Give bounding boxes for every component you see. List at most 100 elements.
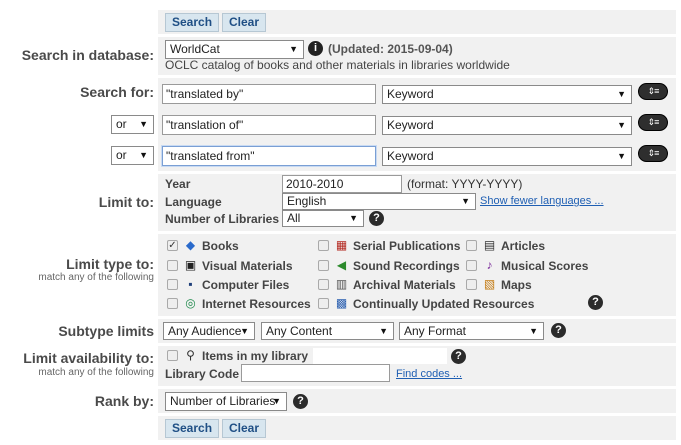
subtype-label: Subtype limits bbox=[58, 323, 154, 339]
language-select[interactable]: English ▼ bbox=[282, 193, 476, 210]
search-field-select-1[interactable]: Keyword ▼ bbox=[382, 85, 632, 104]
database-selected-value: WorldCat bbox=[170, 42, 220, 56]
map-icon: ▧ bbox=[483, 277, 496, 291]
musical-scores-checkbox[interactable] bbox=[466, 260, 477, 271]
type-label-books: Books bbox=[202, 239, 239, 253]
chevron-down-icon: ▼ bbox=[461, 196, 470, 206]
library-icon: ⚲ bbox=[186, 348, 195, 362]
rank-value: Number of Libraries bbox=[170, 394, 276, 408]
visual-materials-checkbox[interactable] bbox=[167, 260, 178, 271]
limit-type-sublabel: match any of the following bbox=[38, 272, 154, 283]
maps-checkbox[interactable] bbox=[466, 279, 477, 290]
internet-resources-checkbox[interactable] bbox=[167, 298, 178, 309]
limit-to-label: Limit to: bbox=[98, 194, 154, 210]
type-label-scores: Musical Scores bbox=[501, 259, 589, 273]
help-icon[interactable]: ? bbox=[551, 323, 566, 338]
update-icon: ▩ bbox=[335, 296, 348, 310]
content-value: Any Content bbox=[266, 324, 333, 338]
chevron-down-icon: ▼ bbox=[289, 44, 298, 54]
format-select[interactable]: Any Format ▼ bbox=[399, 322, 544, 340]
show-fewer-languages-link[interactable]: Show fewer languages ... bbox=[480, 195, 604, 207]
operator-value-3: or bbox=[116, 148, 127, 162]
availability-label: Limit availability to: bbox=[23, 350, 154, 366]
language-label: Language bbox=[165, 195, 222, 209]
type-label-visual: Visual Materials bbox=[202, 259, 293, 273]
libraries-select[interactable]: All ▼ bbox=[282, 210, 364, 227]
serial-icon: ▦ bbox=[335, 238, 348, 252]
search-field-value-2: Keyword bbox=[387, 118, 434, 132]
camera-icon: ▣ bbox=[184, 258, 197, 272]
search-button-bottom[interactable]: Search bbox=[165, 419, 220, 438]
database-label: Search in database: bbox=[21, 47, 154, 63]
type-label-serial: Serial Publications bbox=[353, 239, 461, 253]
speaker-icon: ◀ bbox=[336, 258, 347, 272]
chevron-down-icon: ▼ bbox=[617, 151, 626, 161]
audience-value: Any Audience bbox=[168, 324, 242, 338]
chevron-down-icon: ▼ bbox=[240, 326, 249, 336]
limit-type-label: Limit type to: bbox=[66, 256, 154, 272]
chevron-down-icon: ▼ bbox=[139, 119, 148, 129]
search-button-top[interactable]: Search bbox=[165, 13, 220, 32]
chevron-down-icon: ▼ bbox=[617, 120, 626, 130]
articles-checkbox[interactable] bbox=[466, 240, 477, 251]
audience-select[interactable]: Any Audience ▼ bbox=[163, 322, 255, 340]
type-label-continually: Continually Updated Resources bbox=[353, 297, 535, 311]
items-in-my-library-checkbox[interactable] bbox=[167, 350, 178, 361]
chevron-down-icon: ▼ bbox=[379, 326, 388, 336]
search-field-select-3[interactable]: Keyword ▼ bbox=[382, 147, 632, 166]
language-value: English bbox=[287, 194, 327, 208]
chevron-down-icon: ▼ bbox=[272, 396, 281, 406]
archival-materials-checkbox[interactable] bbox=[318, 279, 329, 290]
database-select[interactable]: WorldCat ▼ bbox=[165, 40, 304, 59]
book-icon: ◆ bbox=[185, 238, 196, 252]
serial-publications-checkbox[interactable] bbox=[318, 240, 329, 251]
rank-label: Rank by: bbox=[94, 393, 154, 409]
database-description: OCLC catalog of books and other material… bbox=[165, 58, 510, 72]
operator-select-2[interactable]: or ▼ bbox=[111, 115, 154, 134]
year-format-hint: (format: YYYY-YYYY) bbox=[407, 177, 523, 191]
clear-button-top[interactable]: Clear bbox=[222, 13, 267, 32]
info-icon[interactable]: i bbox=[308, 41, 323, 56]
help-icon[interactable]: ? bbox=[293, 394, 308, 409]
score-icon: ♪ bbox=[486, 258, 493, 272]
continually-updated-checkbox[interactable] bbox=[318, 298, 329, 309]
help-icon[interactable]: ? bbox=[451, 349, 466, 364]
row-options-icon[interactable]: ⇕≡ bbox=[638, 83, 668, 100]
type-label-sound: Sound Recordings bbox=[353, 259, 460, 273]
libraries-label: Number of Libraries bbox=[165, 212, 280, 226]
operator-value-2: or bbox=[116, 117, 127, 131]
year-label: Year bbox=[165, 177, 191, 191]
sound-recordings-checkbox[interactable] bbox=[318, 260, 329, 271]
row-options-icon[interactable]: ⇕≡ bbox=[638, 145, 668, 162]
search-field-value-3: Keyword bbox=[387, 149, 434, 163]
help-icon[interactable]: ? bbox=[369, 211, 384, 226]
availability-sublabel: match any of the following bbox=[38, 367, 154, 378]
clear-button-bottom[interactable]: Clear bbox=[222, 419, 267, 438]
library-code-input[interactable] bbox=[241, 364, 390, 382]
rank-select[interactable]: Number of Libraries ▼ bbox=[165, 392, 287, 411]
libraries-value: All bbox=[287, 211, 301, 225]
archive-icon: ▥ bbox=[335, 277, 348, 291]
find-codes-link[interactable]: Find codes ... bbox=[396, 368, 462, 380]
computer-files-checkbox[interactable] bbox=[167, 279, 178, 290]
help-icon[interactable]: ? bbox=[588, 295, 603, 310]
type-label-articles: Articles bbox=[501, 239, 546, 253]
chevron-down-icon: ▼ bbox=[529, 326, 538, 336]
operator-select-3[interactable]: or ▼ bbox=[111, 146, 154, 165]
search-term-input-1[interactable]: "translated by" bbox=[162, 84, 376, 104]
type-label-archival: Archival Materials bbox=[353, 278, 456, 292]
search-for-label: Search for: bbox=[80, 84, 154, 100]
chevron-down-icon: ▼ bbox=[617, 89, 626, 99]
content-select[interactable]: Any Content ▼ bbox=[261, 322, 394, 340]
search-field-select-2[interactable]: Keyword ▼ bbox=[382, 116, 632, 135]
article-icon: ▤ bbox=[483, 238, 496, 252]
year-input[interactable]: 2010-2010 bbox=[282, 175, 402, 193]
type-label-internet: Internet Resources bbox=[202, 297, 311, 311]
items-in-my-library-label: Items in my library bbox=[202, 349, 309, 363]
items-in-my-library-field bbox=[313, 348, 447, 364]
floppy-icon: ▪ bbox=[188, 277, 193, 291]
search-term-input-3[interactable]: "translated from" bbox=[162, 146, 376, 166]
row-options-icon[interactable]: ⇕≡ bbox=[638, 114, 668, 131]
books-checkbox[interactable]: ✓ bbox=[167, 240, 178, 251]
search-term-input-2[interactable]: "translation of" bbox=[162, 115, 376, 135]
